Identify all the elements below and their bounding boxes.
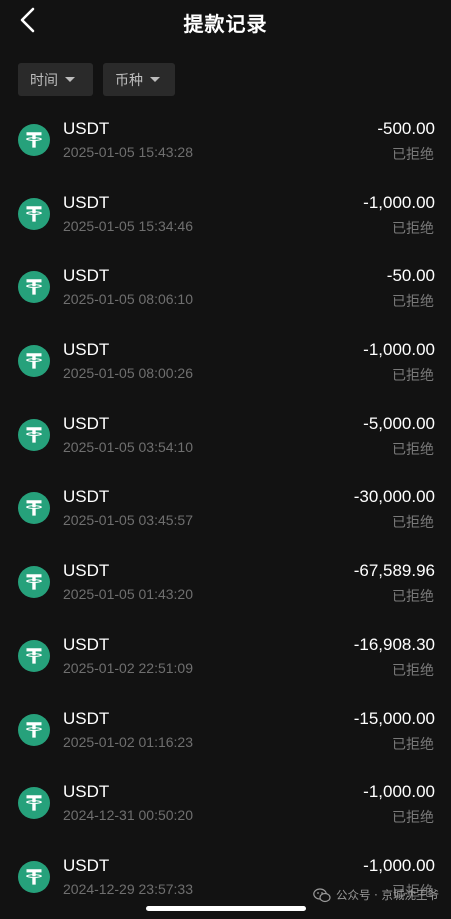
record-row[interactable]: USDT 2025-01-05 08:00:26 -1,000.00 已拒绝	[0, 327, 451, 401]
time-filter-label: 时间	[30, 72, 58, 89]
record-status: 已拒绝	[392, 662, 434, 679]
record-datetime: 2025-01-05 01:43:20	[63, 586, 193, 603]
watermark-text: 公众号 · 京城沈王爷	[336, 888, 439, 902]
record-amount: -5,000.00	[363, 413, 435, 433]
record-amount: -1,000.00	[363, 192, 435, 212]
usdt-tether-icon	[18, 566, 50, 599]
usdt-tether-icon	[18, 197, 50, 230]
coin-name: USDT	[63, 634, 110, 654]
record-status: 已拒绝	[392, 736, 434, 753]
record-datetime: 2025-01-02 22:51:09	[63, 659, 193, 676]
record-amount: -1,000.00	[363, 782, 435, 802]
coin-name: USDT	[63, 855, 110, 875]
caret-down-icon	[65, 77, 75, 82]
usdt-tether-icon	[18, 860, 50, 893]
record-amount: -15,000.00	[353, 708, 435, 728]
coin-name: USDT	[63, 413, 110, 433]
filter-bar: 时间 币种	[18, 63, 175, 96]
record-amount: -1,000.00	[363, 855, 435, 875]
wechat-icon	[313, 887, 331, 902]
record-datetime: 2025-01-05 08:06:10	[63, 291, 193, 308]
record-amount: -67,589.96	[353, 561, 435, 581]
record-amount: -16,908.30	[353, 634, 435, 654]
coin-name: USDT	[63, 192, 110, 212]
coin-name: USDT	[63, 561, 110, 581]
record-row[interactable]: USDT 2025-01-05 08:06:10 -50.00 已拒绝	[0, 253, 451, 327]
usdt-tether-icon	[18, 124, 50, 156]
record-datetime: 2025-01-05 03:45:57	[63, 512, 193, 529]
record-datetime: 2024-12-29 23:57:33	[63, 880, 193, 897]
coin-name: USDT	[63, 782, 110, 802]
page-title: 提款记录	[183, 12, 268, 36]
usdt-tether-icon	[18, 787, 50, 820]
watermark: 公众号 · 京城沈王爷	[313, 887, 439, 903]
coin-name: USDT	[63, 487, 110, 507]
header: 提款记录	[0, 0, 451, 44]
coin-name: USDT	[63, 266, 110, 286]
coin-name: USDT	[63, 119, 110, 138]
record-status: 已拒绝	[392, 368, 434, 385]
home-indicator[interactable]	[146, 906, 306, 911]
record-amount: -1,000.00	[363, 340, 435, 360]
coin-filter-label: 币种	[115, 72, 143, 89]
caret-down-icon	[150, 77, 160, 82]
record-datetime: 2025-01-05 15:43:28	[63, 144, 193, 160]
usdt-tether-icon	[18, 492, 50, 525]
record-status: 已拒绝	[392, 294, 434, 311]
record-datetime: 2025-01-05 03:54:10	[63, 438, 193, 455]
record-datetime: 2024-12-31 00:50:20	[63, 807, 193, 824]
record-row[interactable]: USDT 2025-01-05 03:45:57 -30,000.00 已拒绝	[0, 474, 451, 548]
record-row[interactable]: USDT 2025-01-05 01:43:20 -67,589.96 已拒绝	[0, 548, 451, 622]
withdrawal-record-list: USDT 2025-01-05 15:43:28 -500.00 已拒绝 USD…	[0, 106, 451, 917]
record-datetime: 2025-01-05 15:34:46	[63, 217, 193, 234]
record-row[interactable]: USDT 2025-01-02 22:51:09 -16,908.30 已拒绝	[0, 622, 451, 696]
coin-filter-dropdown[interactable]: 币种	[103, 63, 175, 96]
record-status: 已拒绝	[392, 810, 434, 827]
record-row[interactable]: USDT 2025-01-02 01:16:23 -15,000.00 已拒绝	[0, 696, 451, 770]
record-amount: -500.00	[377, 119, 435, 138]
record-amount: -50.00	[386, 266, 435, 286]
record-row[interactable]: USDT 2025-01-05 15:43:28 -500.00 已拒绝	[0, 106, 451, 180]
record-row[interactable]: USDT 2025-01-05 03:54:10 -5,000.00 已拒绝	[0, 401, 451, 475]
record-status: 已拒绝	[392, 220, 434, 237]
coin-name: USDT	[63, 340, 110, 360]
record-datetime: 2025-01-05 08:00:26	[63, 365, 193, 382]
record-status: 已拒绝	[392, 147, 434, 163]
usdt-tether-icon	[18, 271, 50, 304]
usdt-tether-icon	[18, 345, 50, 378]
record-row[interactable]: USDT 2025-01-05 15:34:46 -1,000.00 已拒绝	[0, 180, 451, 254]
usdt-tether-icon	[18, 713, 50, 746]
record-row[interactable]: USDT 2024-12-31 00:50:20 -1,000.00 已拒绝	[0, 769, 451, 843]
usdt-tether-icon	[18, 418, 50, 451]
record-status: 已拒绝	[392, 589, 434, 606]
record-amount: -30,000.00	[353, 487, 435, 507]
record-datetime: 2025-01-02 01:16:23	[63, 733, 193, 750]
coin-name: USDT	[63, 708, 110, 728]
record-status: 已拒绝	[392, 515, 434, 532]
record-status: 已拒绝	[392, 441, 434, 458]
time-filter-dropdown[interactable]: 时间	[18, 63, 93, 96]
usdt-tether-icon	[18, 639, 50, 672]
